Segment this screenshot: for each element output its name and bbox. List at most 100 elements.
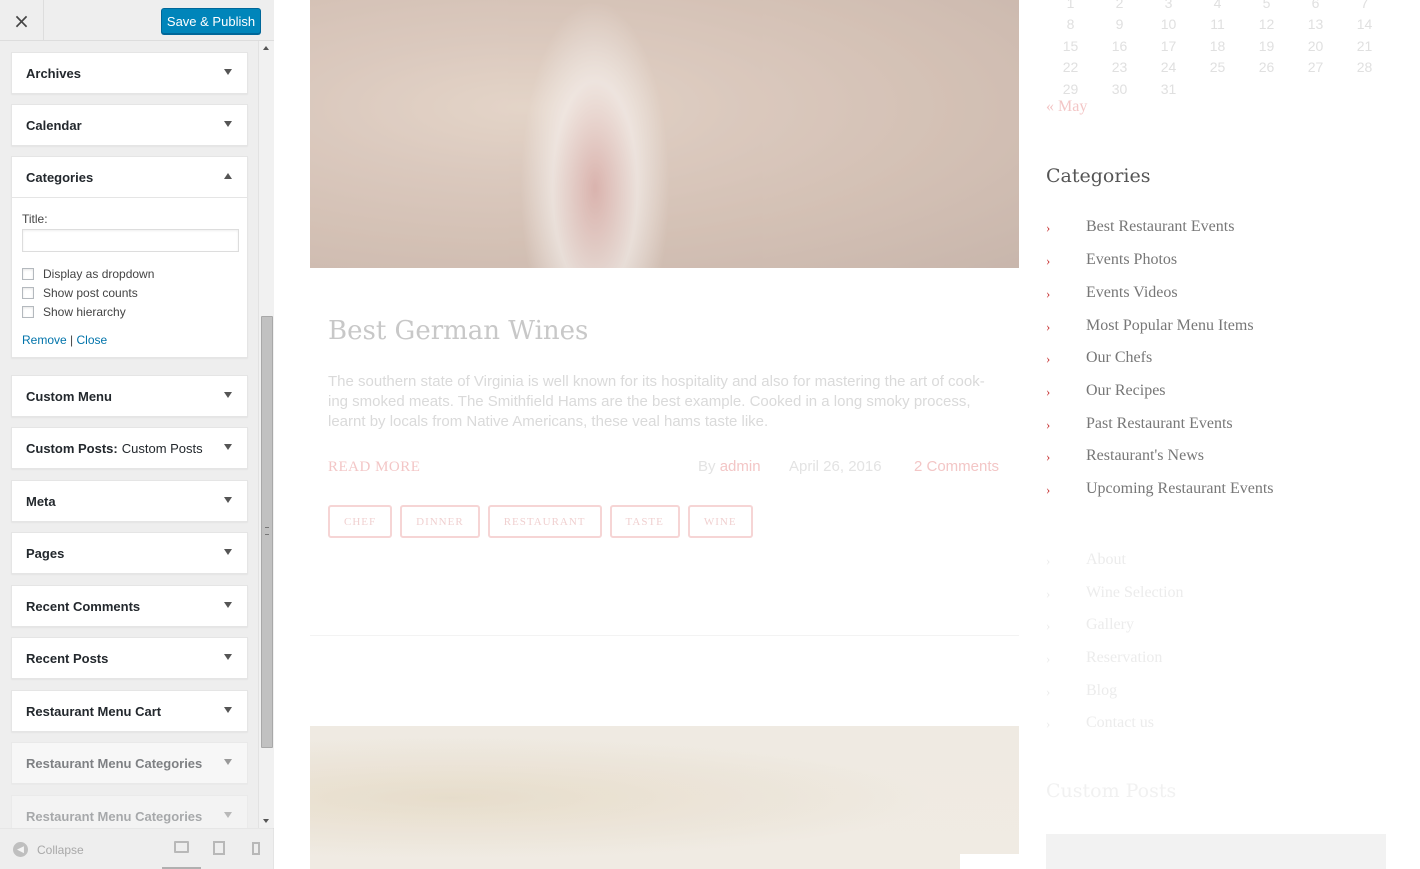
widget-header[interactable]: Recent Posts — [12, 638, 247, 678]
page-link[interactable]: Wine Selection — [1086, 584, 1184, 602]
category-link[interactable]: Past Restaurant Events — [1086, 415, 1233, 433]
chevron-up-icon[interactable] — [224, 173, 232, 179]
author-link[interactable]: admin — [720, 458, 761, 475]
category-item[interactable]: › Restaurant's News — [1046, 441, 1366, 474]
scroll-up-arrow-icon[interactable] — [263, 46, 269, 50]
tag-wine[interactable]: WINE — [687, 505, 753, 538]
widget-restaurant-menu-categories-2[interactable]: Restaurant Menu Categories — [11, 795, 248, 828]
checkbox[interactable] — [22, 267, 34, 280]
widget-recent-comments[interactable]: Recent Comments — [11, 585, 248, 627]
page-item[interactable]: › Wine Selection — [1046, 578, 1366, 611]
option-display-dropdown[interactable]: Display as dropdown — [22, 266, 237, 281]
tag-chef[interactable]: CHEF — [328, 505, 393, 538]
page-link[interactable]: Contact us — [1086, 714, 1154, 732]
scrollbar-thumb[interactable] — [261, 316, 273, 748]
widget-header[interactable]: Meta — [12, 481, 247, 521]
remove-link[interactable]: Remove — [22, 333, 67, 347]
widget-custom-posts[interactable]: Custom Posts: Custom Posts — [11, 427, 248, 469]
widget-header[interactable]: Restaurant Menu Categories — [12, 796, 247, 828]
page-item[interactable]: › Blog — [1046, 676, 1366, 709]
desktop-preview-icon[interactable] — [174, 841, 189, 853]
widget-archives[interactable]: Archives — [11, 52, 248, 94]
widget-header[interactable]: Pages — [12, 533, 247, 573]
widget-restaurant-menu-cart[interactable]: Restaurant Menu Cart — [11, 690, 248, 732]
tag-taste[interactable]: TASTE — [609, 505, 680, 538]
category-link[interactable]: Most Popular Menu Items — [1086, 317, 1254, 335]
chevron-down-icon[interactable] — [224, 121, 232, 127]
category-link[interactable]: Best Restaurant Events — [1086, 218, 1234, 236]
widget-custom-menu[interactable]: Custom Menu — [11, 375, 248, 417]
image-corner — [960, 854, 1019, 869]
widget-header[interactable]: Calendar — [12, 105, 247, 145]
chevron-down-icon[interactable] — [224, 812, 232, 818]
option-show-hierarchy[interactable]: Show hierarchy — [22, 304, 237, 319]
chevron-down-icon[interactable] — [224, 759, 232, 765]
mobile-preview-icon[interactable] — [252, 842, 260, 855]
widget-pages[interactable]: Pages — [11, 532, 248, 574]
chevron-down-icon[interactable] — [224, 707, 232, 713]
category-link[interactable]: Events Videos — [1086, 284, 1178, 302]
category-item[interactable]: › Most Popular Menu Items — [1046, 311, 1366, 344]
category-item[interactable]: › Upcoming Restaurant Events — [1046, 474, 1366, 507]
widget-title: Recent Posts — [26, 650, 109, 666]
tag-restaurant[interactable]: RESTAURANT — [487, 505, 602, 538]
page-link[interactable]: Blog — [1086, 682, 1117, 700]
widget-calendar[interactable]: Calendar — [11, 104, 248, 146]
title-input[interactable] — [22, 229, 239, 252]
page-item[interactable]: › Gallery — [1046, 610, 1366, 643]
calendar-day: 22 — [1062, 59, 1079, 76]
chevron-down-icon[interactable] — [224, 602, 232, 608]
page-item[interactable]: › Contact us — [1046, 708, 1366, 741]
page-item[interactable]: › Reservation — [1046, 643, 1366, 676]
category-item[interactable]: › Our Chefs — [1046, 343, 1366, 376]
chevron-down-icon[interactable] — [224, 444, 232, 450]
widget-header[interactable]: Restaurant Menu Categories — [12, 743, 247, 783]
page-link[interactable]: Reservation — [1086, 649, 1162, 667]
category-item[interactable]: › Events Videos — [1046, 278, 1366, 311]
chevron-down-icon[interactable] — [224, 497, 232, 503]
checkbox[interactable] — [22, 286, 34, 299]
page-item[interactable]: › About — [1046, 545, 1366, 578]
scrollbar[interactable] — [258, 41, 274, 828]
tag-dinner[interactable]: DINNER — [400, 505, 480, 538]
scroll-down-arrow-icon[interactable] — [263, 819, 269, 823]
chevron-down-icon[interactable] — [224, 392, 232, 398]
category-link[interactable]: Our Chefs — [1086, 349, 1152, 367]
read-more-link[interactable]: READ MORE — [328, 459, 420, 476]
collapse-arrow-icon[interactable]: ◀ — [13, 842, 28, 857]
category-link[interactable]: Events Photos — [1086, 251, 1177, 269]
post-title[interactable]: Best German Wines — [328, 316, 588, 346]
category-item[interactable]: › Events Photos — [1046, 245, 1366, 278]
widget-header[interactable]: Custom Menu — [12, 376, 247, 416]
widget-recent-posts[interactable]: Recent Posts — [11, 637, 248, 679]
chevron-down-icon[interactable] — [224, 69, 232, 75]
close-icon[interactable]: × — [0, 0, 44, 41]
checkbox[interactable] — [22, 305, 34, 318]
widget-restaurant-menu-categories[interactable]: Restaurant Menu Categories — [11, 742, 248, 784]
calendar-row: 15 16 17 18 19 20 21 — [1046, 35, 1391, 57]
option-show-post-counts[interactable]: Show post counts — [22, 285, 237, 300]
widget-header[interactable]: Categories — [12, 157, 247, 197]
category-link[interactable]: Restaurant's News — [1086, 447, 1204, 465]
widget-categories[interactable]: Categories Title: Display as dropdown Sh… — [11, 156, 248, 358]
category-link[interactable]: Upcoming Restaurant Events — [1086, 480, 1274, 498]
page-link[interactable]: Gallery — [1086, 616, 1134, 634]
category-item[interactable]: › Past Restaurant Events — [1046, 409, 1366, 442]
collapse-button[interactable]: Collapse — [37, 843, 84, 857]
chevron-down-icon[interactable] — [224, 654, 232, 660]
widget-header[interactable]: Restaurant Menu Cart — [12, 691, 247, 731]
tablet-preview-icon[interactable] — [213, 841, 225, 855]
close-link[interactable]: Close — [77, 333, 108, 347]
category-item[interactable]: › Best Restaurant Events — [1046, 212, 1366, 245]
page-link[interactable]: About — [1086, 551, 1126, 569]
widget-header[interactable]: Recent Comments — [12, 586, 247, 626]
widget-meta[interactable]: Meta — [11, 480, 248, 522]
calendar-prev-month-link[interactable]: « May — [1046, 98, 1087, 116]
category-item[interactable]: › Our Recipes — [1046, 376, 1366, 409]
save-publish-button[interactable]: Save & Publish — [161, 8, 261, 34]
widget-header[interactable]: Archives — [12, 53, 247, 93]
comments-link[interactable]: 2 Comments — [914, 458, 999, 475]
category-link[interactable]: Our Recipes — [1086, 382, 1166, 400]
widget-header[interactable]: Custom Posts: Custom Posts — [12, 428, 247, 468]
chevron-down-icon[interactable] — [224, 549, 232, 555]
